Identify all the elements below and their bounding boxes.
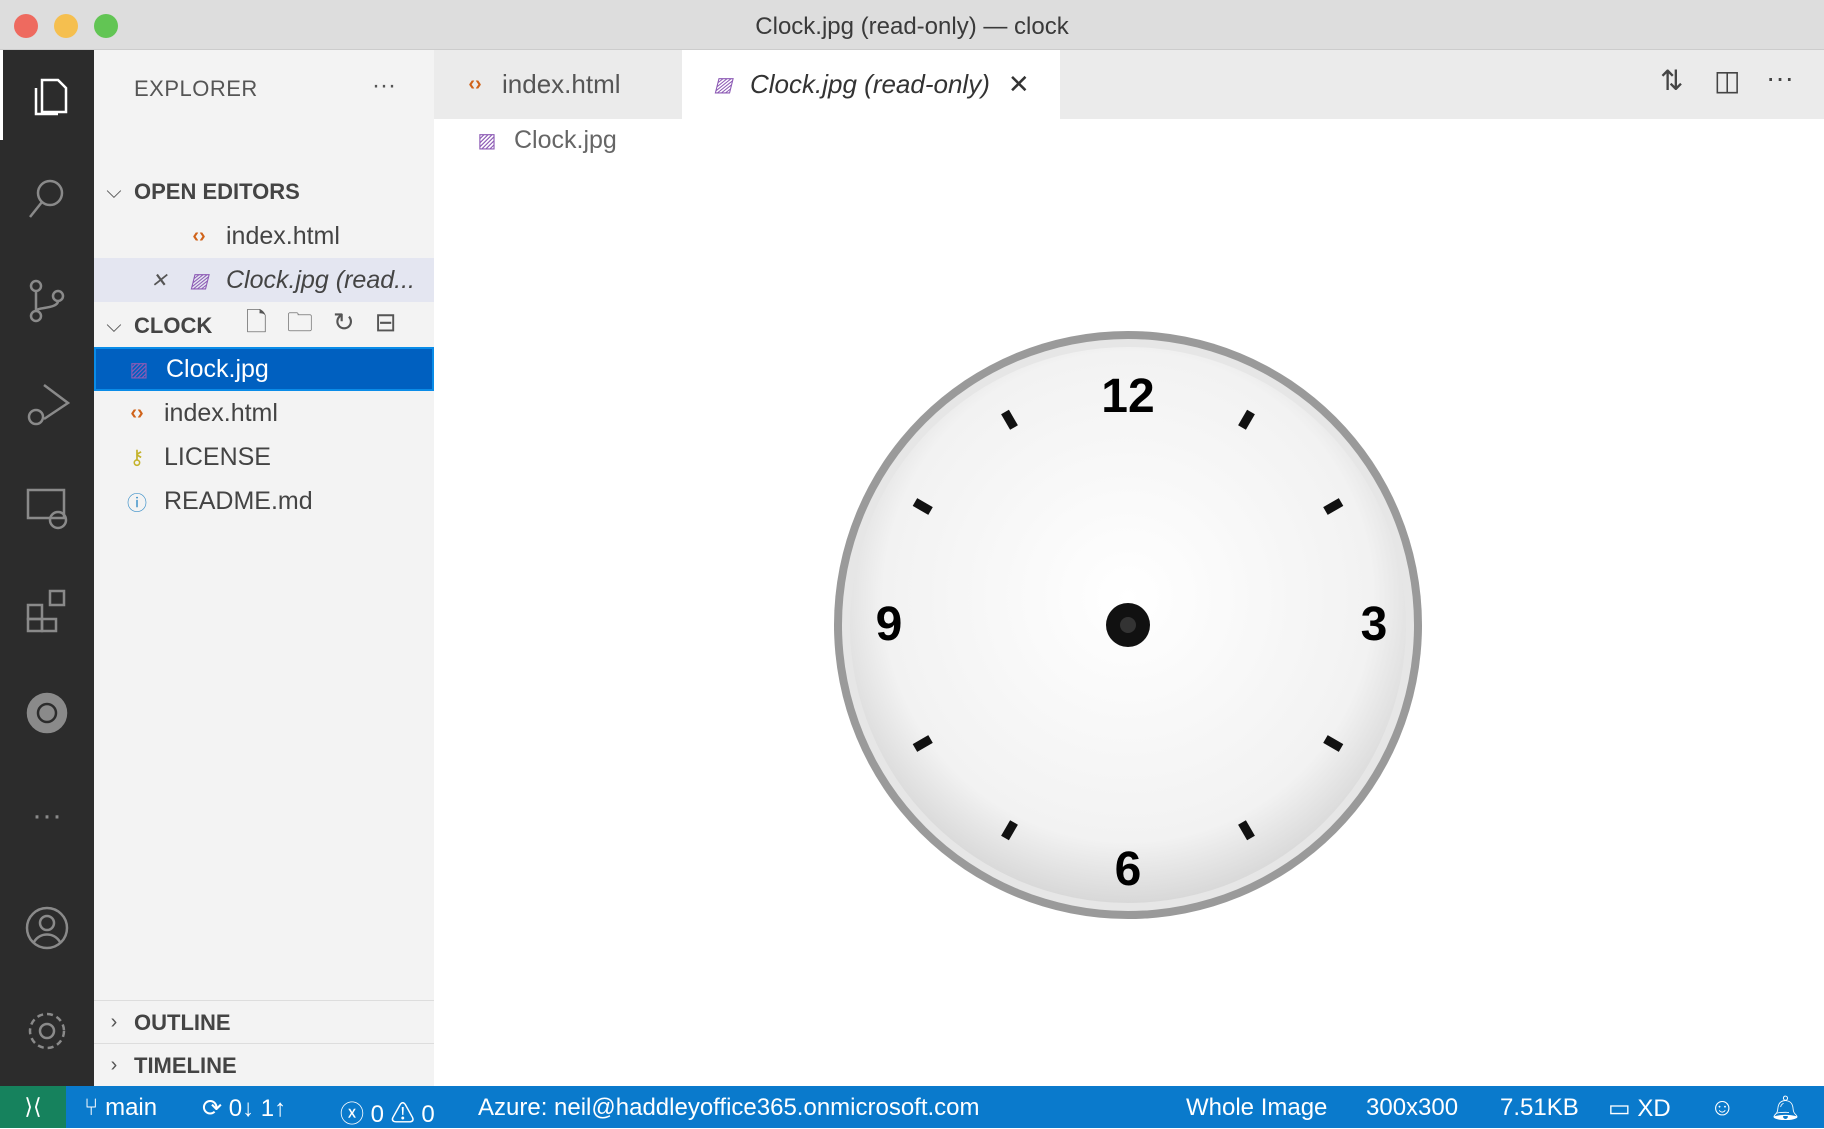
image-file-icon: ▨ [477, 130, 497, 152]
warning-icon: ⚠ [390, 1101, 422, 1128]
image-file-icon: ▨ [129, 358, 149, 381]
image-file-icon: ▨ [189, 269, 209, 292]
sync-status[interactable]: ⟳ 0↓ 1↑ [202, 1094, 286, 1123]
split-editor-icon[interactable]: ◫ [1714, 64, 1740, 97]
more-actions-icon[interactable]: ··· [1766, 62, 1794, 94]
image-dimensions: 300x300 [1366, 1094, 1459, 1121]
sidebar-title: EXPLORER [134, 76, 258, 101]
clock-image: 12 3 6 9 [834, 331, 1422, 919]
more-icon[interactable]: ··· [0, 771, 94, 861]
chevron-right-icon: › [110, 1011, 118, 1033]
file-item-license[interactable]: ⚷ LICENSE [94, 435, 434, 479]
clock-number-12: 12 [1101, 370, 1154, 423]
window-title: Clock.jpg (read-only) — clock [755, 13, 1069, 40]
gear-icon[interactable] [0, 986, 94, 1076]
explorer-icon[interactable] [0, 50, 94, 140]
breadcrumb[interactable]: ▨ Clock.jpg [474, 126, 617, 155]
collapse-all-icon[interactable]: ⊟ [375, 307, 417, 337]
sync-icon: ⟳ [202, 1095, 229, 1122]
image-file-icon: ▨ [713, 74, 733, 96]
image-size: 7.51KB [1500, 1094, 1579, 1121]
key-icon: ⚷ [129, 446, 145, 469]
new-file-icon[interactable]: 🗋 [246, 307, 287, 337]
html-file-icon: ‹› [468, 73, 482, 95]
close-icon[interactable]: ✕ [146, 268, 172, 293]
kubernetes-icon[interactable] [0, 668, 94, 758]
title-bar: Clock.jpg (read-only) — clock [0, 0, 1824, 50]
xd-status[interactable]: ▭ XD [1608, 1094, 1671, 1123]
file-item-readme[interactable]: ⓘ README.md [94, 479, 434, 523]
run-debug-icon[interactable] [0, 359, 94, 449]
remote-icon[interactable]: ⟩⟨ [0, 1086, 66, 1128]
window-icon: ▭ [1608, 1095, 1638, 1122]
timeline-header[interactable]: › TIMELINE [94, 1043, 434, 1087]
refresh-icon[interactable]: ↻ [333, 307, 375, 337]
close-icon[interactable]: ✕ [1008, 69, 1030, 100]
folder-header[interactable]: ⌵ CLOCK 🗋🗀↻⊟ [94, 304, 434, 348]
tab-index-html[interactable]: ‹› index.html [434, 50, 682, 119]
chevron-down-icon: ⌵ [106, 180, 122, 203]
problems-status[interactable]: ⓧ 0 ⚠ 0 [340, 1094, 435, 1129]
tab-clock-jpg[interactable]: ▨ Clock.jpg (read-only) ✕ [682, 50, 1060, 119]
bell-icon[interactable]: 🔔︎ [1770, 1094, 1800, 1123]
html-file-icon: ‹› [192, 224, 206, 247]
image-zoom-status[interactable]: Whole Image [1186, 1094, 1327, 1122]
activity-bar: ··· [0, 50, 94, 1086]
accounts-icon[interactable] [0, 883, 94, 973]
branch-status[interactable]: ⑂ main [84, 1094, 157, 1122]
chevron-down-icon: ⌵ [106, 314, 122, 337]
new-folder-icon[interactable]: 🗀 [287, 307, 333, 337]
status-bar: ⟩⟨ ⑂ main ⟳ 0↓ 1↑ ⓧ 0 ⚠ 0 Azure: neil@ha… [0, 1086, 1824, 1128]
clock-number-3: 3 [1361, 598, 1388, 651]
azure-account[interactable]: Azure: neil@haddleyoffice365.onmicrosoft… [478, 1094, 980, 1122]
feedback-icon[interactable]: ☺ [1710, 1094, 1735, 1122]
source-control-icon[interactable] [0, 256, 94, 346]
extensions-icon[interactable] [0, 565, 94, 655]
open-editors-header[interactable]: ⌵ OPEN EDITORS [94, 170, 434, 214]
chevron-right-icon: › [110, 1054, 118, 1076]
info-icon: ⓘ [127, 492, 147, 515]
search-icon[interactable] [0, 153, 94, 243]
more-actions-icon[interactable]: ··· [372, 72, 396, 100]
compare-changes-icon[interactable]: ⇅ [1660, 64, 1683, 97]
clock-number-9: 9 [876, 598, 903, 651]
editor-tabs: ‹› index.html ▨ Clock.jpg (read-only) ✕ ⇅ ◫… [434, 50, 1824, 119]
error-icon: ⓧ [340, 1101, 371, 1128]
outline-header[interactable]: › OUTLINE [94, 1000, 434, 1044]
remote-explorer-icon[interactable] [0, 462, 94, 552]
html-file-icon: ‹› [130, 401, 144, 424]
file-item-index-html[interactable]: ‹› index.html [94, 391, 434, 435]
clock-number-6: 6 [1115, 843, 1142, 896]
explorer-sidebar: EXPLORER ··· ⌵ OPEN EDITORS ‹› index.html … [94, 50, 434, 1086]
open-editor-item[interactable]: ✕ ▨ Clock.jpg (read... [94, 258, 434, 302]
git-branch-icon: ⑂ [84, 1094, 106, 1121]
file-item-clock-jpg[interactable]: ▨ Clock.jpg [94, 347, 434, 391]
open-editor-item[interactable]: ‹› index.html [94, 214, 434, 258]
